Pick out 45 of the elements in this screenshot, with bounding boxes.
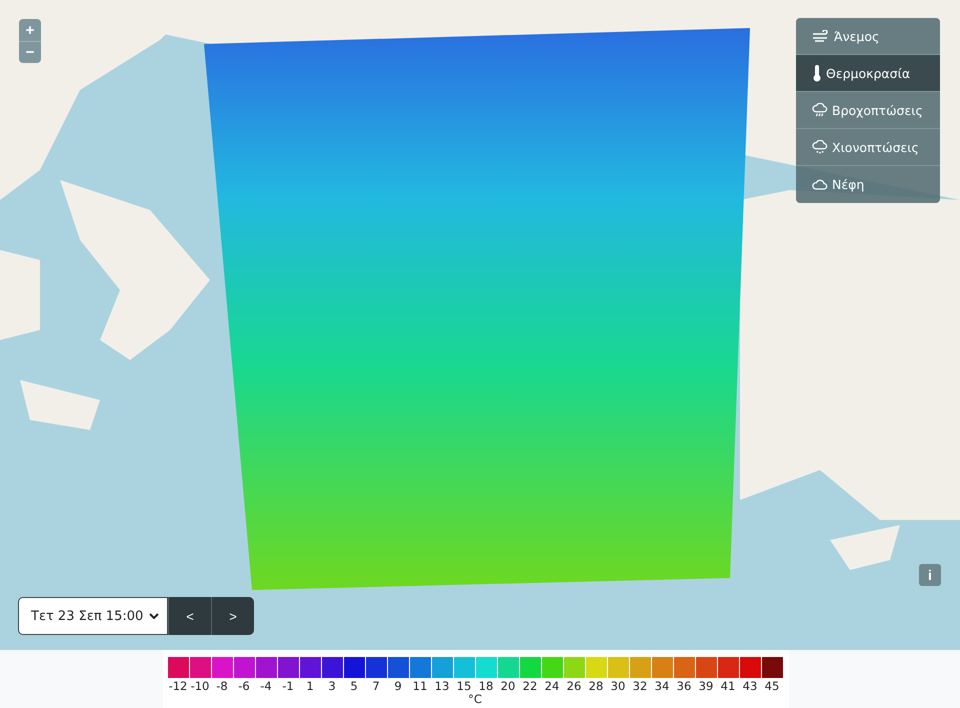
legend-label: -12 <box>168 679 188 693</box>
zoom-out-button[interactable]: − <box>19 41 41 63</box>
legend-label: 26 <box>566 679 582 693</box>
chevron-down-icon <box>149 613 159 619</box>
legend-label: 18 <box>478 679 494 693</box>
legend-label: -6 <box>238 679 250 693</box>
legend-label: 34 <box>654 679 670 693</box>
previous-button[interactable]: < <box>168 597 211 635</box>
thermometer-icon <box>812 64 822 82</box>
legend-label: -1 <box>282 679 294 693</box>
legend-label: -4 <box>260 679 272 693</box>
legend-label: -8 <box>216 679 228 693</box>
legend-label: 20 <box>500 679 516 693</box>
legend-label: 43 <box>742 679 758 693</box>
legend-label: 9 <box>394 679 402 693</box>
legend-label: 32 <box>632 679 648 693</box>
cloud-icon <box>812 178 828 191</box>
legend-label: 45 <box>764 679 780 693</box>
rain-cloud-icon <box>812 103 828 117</box>
legend-label: 1 <box>306 679 314 693</box>
legend-label: 30 <box>610 679 626 693</box>
layer-button[interactable]: Νέφη <box>796 166 940 203</box>
legend-label: 41 <box>720 679 736 693</box>
layer-button[interactable]: Βροχοπτώσεις <box>796 92 940 129</box>
snow-cloud-icon <box>812 140 828 154</box>
legend-label: 24 <box>544 679 560 693</box>
legend-label: 3 <box>328 679 336 693</box>
zoom-in-button[interactable]: + <box>19 19 41 41</box>
date-time-select[interactable]: Τετ 23 Σεπ 15:00 <box>18 597 168 635</box>
layer-button[interactable]: Θερμοκρασία <box>796 55 940 92</box>
legend-unit: °C <box>468 693 482 705</box>
legend-label: 5 <box>350 679 358 693</box>
next-button[interactable]: > <box>211 597 254 635</box>
info-button[interactable]: i <box>919 564 941 586</box>
legend-label: 28 <box>588 679 604 693</box>
legend-label: 39 <box>698 679 714 693</box>
legend-label: 15 <box>456 679 472 693</box>
legend-label: 11 <box>412 679 428 693</box>
wind-icon <box>812 30 830 42</box>
legend-label: -10 <box>190 679 210 693</box>
layer-button[interactable]: Χιονοπτώσεις <box>796 129 940 166</box>
legend-label: 36 <box>676 679 692 693</box>
legend-label: 7 <box>372 679 380 693</box>
legend-label: 13 <box>434 679 450 693</box>
legend-label: 22 <box>522 679 538 693</box>
